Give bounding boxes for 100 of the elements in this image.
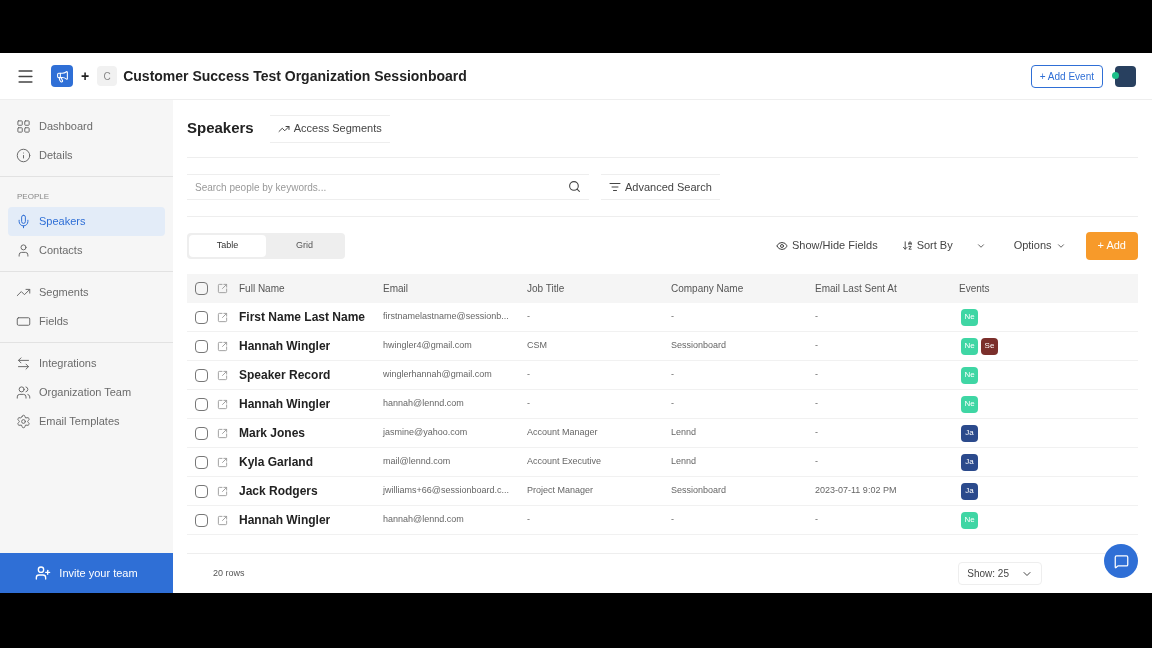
avatar[interactable] xyxy=(1115,65,1136,87)
sidebar-item[interactable]: Organization Team xyxy=(8,378,165,407)
row-checkbox[interactable] xyxy=(195,455,208,469)
table-cell-text: jasmine@yahoo.com xyxy=(383,426,469,440)
table-cell-text: firstnamelastname@sessionb... xyxy=(383,310,510,324)
table-cell-text: hannah@lennd.com xyxy=(383,397,465,411)
table-cell-text: First Name Last Name xyxy=(239,309,367,326)
open-icon[interactable] xyxy=(217,369,228,381)
sort-by-dropdown[interactable]: Sort By xyxy=(893,231,994,260)
column-header[interactable]: Email Last Sent At xyxy=(815,281,959,296)
sidebar-item[interactable]: Fields xyxy=(8,307,165,336)
table-cell-text: Sessionboard xyxy=(671,484,728,498)
open-icon[interactable] xyxy=(217,485,228,497)
add-event-button[interactable]: + Add Event xyxy=(1030,64,1103,88)
organization-logo: C xyxy=(97,66,118,86)
row-checkbox[interactable] xyxy=(195,426,208,440)
table-cell-text: 2023-07-11 9:02 PM xyxy=(815,484,898,498)
chat-button[interactable] xyxy=(1104,544,1138,578)
select-all-checkbox[interactable] xyxy=(195,282,208,295)
sidebar-item[interactable]: Details xyxy=(8,141,165,170)
person-icon xyxy=(16,243,31,258)
table-cell-text: winglerhannah@gmail.com xyxy=(383,368,493,382)
sort-icon xyxy=(901,240,913,251)
row-count: 20 rows xyxy=(213,566,245,580)
table-cell-text: - xyxy=(527,513,531,527)
table-cell-text: jwilliams+66@sessionboard.c... xyxy=(383,484,510,498)
table-cell-text: - xyxy=(671,368,675,382)
row-checkbox[interactable] xyxy=(195,513,208,527)
table-cell-text: - xyxy=(527,397,531,411)
table-cell-text: - xyxy=(671,397,675,411)
sidebar-item[interactable]: Integrations xyxy=(8,349,165,378)
open-icon[interactable] xyxy=(217,311,228,323)
table-cell-text: - xyxy=(815,513,819,527)
table-cell-text: - xyxy=(815,339,819,353)
table-cell-text: hwingler4@gmail.com xyxy=(383,339,473,353)
column-header[interactable]: Company Name xyxy=(671,281,815,296)
open-icon xyxy=(217,283,228,294)
open-icon[interactable] xyxy=(217,340,228,352)
table-cell-text: - xyxy=(815,310,819,324)
row-checkbox[interactable] xyxy=(195,368,208,382)
team-icon xyxy=(16,385,31,400)
advanced-search-button[interactable]: Advanced Search xyxy=(601,174,720,200)
open-icon[interactable] xyxy=(217,514,228,526)
row-checkbox[interactable] xyxy=(195,484,208,498)
event-logo xyxy=(51,65,73,87)
table-cell-text: - xyxy=(815,368,819,382)
access-segments-button[interactable]: Access Segments xyxy=(269,114,390,143)
view-tab[interactable]: Table xyxy=(189,234,266,257)
table-cell-text: Hannah Wingler xyxy=(239,338,332,355)
search-field[interactable]: Search people by keywords... xyxy=(187,174,589,201)
table-cell-text: Kyla Garland xyxy=(239,454,315,471)
table-cell-text: Lennd xyxy=(671,455,698,469)
row-checkbox[interactable] xyxy=(195,397,208,411)
column-header[interactable]: Email xyxy=(383,281,527,296)
page-title: Speakers xyxy=(187,118,254,139)
invite-team-button[interactable]: Invite your team xyxy=(0,553,173,593)
event-tag[interactable]: Ja xyxy=(961,424,978,442)
table-cell-text: Speaker Record xyxy=(239,367,332,384)
sidebar-item[interactable]: Segments xyxy=(8,278,165,307)
sidebar-item[interactable]: Dashboard xyxy=(8,112,165,141)
eye-icon xyxy=(776,239,789,252)
info-icon xyxy=(16,148,31,163)
column-header[interactable]: Events xyxy=(959,281,1130,296)
filter-icon xyxy=(609,181,621,193)
settings-icon xyxy=(16,414,31,429)
table-cell-text: Sessionboard xyxy=(671,339,728,353)
table-cell-text: Lennd xyxy=(671,426,698,440)
open-icon[interactable] xyxy=(217,398,228,410)
table-cell-text: - xyxy=(815,397,819,411)
table-cell-text: hannah@lennd.com xyxy=(383,513,465,527)
event-tag[interactable]: Se xyxy=(981,337,998,355)
show-hide-fields-button[interactable]: Show/Hide Fields xyxy=(768,231,886,260)
open-icon[interactable] xyxy=(217,427,228,439)
view-tab[interactable]: Grid xyxy=(266,234,343,257)
sidebar-item[interactable]: Email Templates xyxy=(8,407,165,436)
table-cell-text: Hannah Wingler xyxy=(239,396,332,413)
table-cell-text: - xyxy=(815,455,819,469)
table-cell-text: mail@lennd.com xyxy=(383,455,452,469)
event-tag[interactable]: Ja xyxy=(961,453,978,471)
table-cell-text: Hannah Wingler xyxy=(239,512,332,529)
table-cell-text: Account Manager xyxy=(527,426,599,440)
grid-icon xyxy=(16,119,31,134)
search-icon[interactable] xyxy=(568,179,581,193)
section-label: PEOPLE xyxy=(16,191,50,203)
sidebar-item[interactable]: Speakers xyxy=(8,207,165,236)
row-checkbox[interactable] xyxy=(195,339,208,353)
page-size-dropdown[interactable]: Show: 25 xyxy=(958,562,1042,585)
open-icon[interactable] xyxy=(217,456,228,468)
column-header[interactable]: Full Name xyxy=(239,281,383,296)
plus-sign: + xyxy=(81,66,90,86)
chat-icon xyxy=(1113,553,1129,569)
event-tag[interactable]: Ja xyxy=(961,482,978,500)
sidebar-item[interactable]: Contacts xyxy=(8,236,165,265)
table-cell-text: - xyxy=(527,368,531,382)
column-header[interactable]: Job Title xyxy=(527,281,671,296)
options-dropdown[interactable]: Options xyxy=(1001,231,1078,260)
table-cell-text: - xyxy=(815,426,819,440)
organization-title: Customer Success Test Organization Sessionboard xyxy=(123,66,467,86)
table-cell-text: Project Manager xyxy=(527,484,595,498)
row-checkbox[interactable] xyxy=(195,310,208,324)
